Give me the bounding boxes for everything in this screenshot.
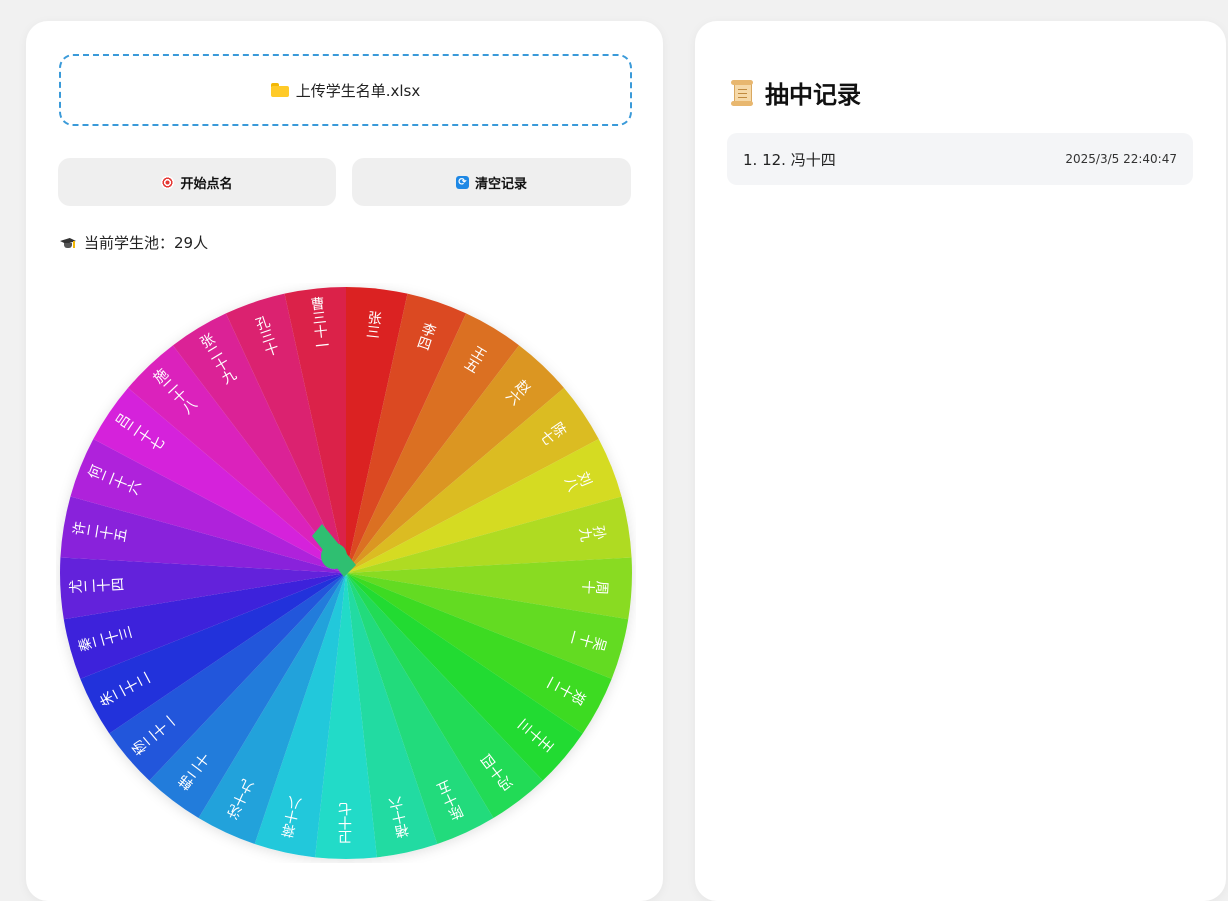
records-title: 抽中记录	[731, 75, 861, 110]
records-panel: 抽中记录 1. 12. 冯十四 2025/3/5 22:40:47	[695, 21, 1226, 901]
upload-file-button[interactable]: 上传学生名单.xlsx	[59, 54, 632, 126]
clear-records-button[interactable]: ⟳ 清空记录	[352, 158, 631, 206]
refresh-icon: ⟳	[455, 175, 469, 189]
start-roll-call-button[interactable]: 开始点名	[58, 158, 336, 206]
clear-button-label: 清空记录	[474, 176, 527, 192]
pool-label: 当前学生池：29人	[84, 234, 209, 252]
wheel-segment-label: 张三	[364, 310, 383, 340]
folder-icon	[270, 83, 289, 97]
wheel-segment-label: 尤二十四	[68, 577, 125, 596]
record-time: 2025/3/5 22:40:47	[1065, 152, 1177, 166]
wheel-segment-label: 卫十七	[338, 802, 354, 844]
graduation-cap-icon	[60, 237, 76, 249]
start-button-label: 开始点名	[180, 176, 233, 192]
upload-label: 上传学生名单.xlsx	[295, 81, 421, 100]
scroll-icon	[731, 79, 753, 106]
records-title-text: 抽中记录	[765, 81, 861, 109]
roll-call-panel: 上传学生名单.xlsx 开始点名 ⟳ 清空记录 当前学生池：29人 张三 李四 王五…	[26, 21, 663, 901]
student-pool-count: 当前学生池：29人	[60, 232, 208, 253]
target-icon	[161, 175, 175, 189]
record-item: 1. 12. 冯十四 2025/3/5 22:40:47	[727, 133, 1193, 185]
wheel-segment-label: 周十	[581, 578, 610, 596]
prize-wheel[interactable]: 张三 李四王五赵六陈七刘八孙九周十吴十一郑十二王十三冯十四陈十五褚十六卫十七蒋十八…	[56, 283, 636, 863]
record-name: 1. 12. 冯十四	[743, 150, 836, 169]
